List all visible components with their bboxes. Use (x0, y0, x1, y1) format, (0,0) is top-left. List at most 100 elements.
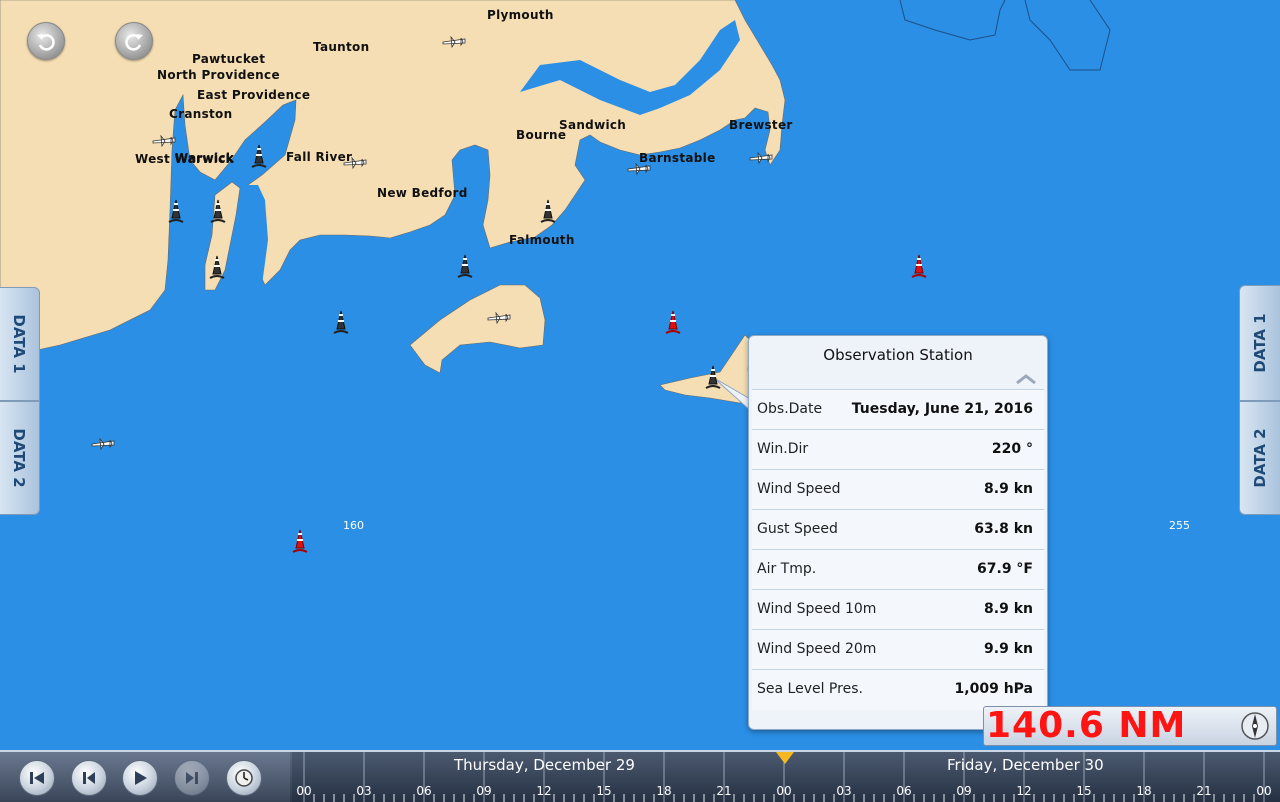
playback-bar: Thursday, December 29 Friday, December 3… (0, 750, 1280, 802)
row-label: Wind Speed 10m (757, 601, 877, 617)
buoy-dark-icon[interactable] (331, 309, 351, 339)
row-label: Gust Speed (757, 521, 838, 537)
left-tab-data-1[interactable]: DATA 1 (0, 287, 40, 401)
timeline-tick-label: 06 (416, 784, 432, 798)
timeline-tick-label: 00 (1256, 784, 1272, 798)
airport-icon[interactable] (342, 156, 368, 170)
row-value: 67.9 °F (977, 561, 1033, 577)
depth-sounding: 160 (343, 519, 364, 532)
place-label-new-bedford: New Bedford (377, 186, 468, 200)
buoy-red-icon[interactable] (909, 253, 929, 283)
playback-controls (0, 752, 290, 802)
undo-icon (37, 34, 55, 51)
distance-readout[interactable]: 140.6 NM (983, 705, 1277, 746)
right-tab-data-2-label: DATA 2 (1251, 428, 1269, 488)
timeline-day-label: Friday, December 30 (947, 756, 1104, 774)
airport-icon[interactable] (626, 162, 652, 176)
step-forward-button[interactable] (174, 760, 210, 796)
chevron-up-icon[interactable] (1015, 373, 1037, 385)
buoy-dark-icon[interactable] (166, 198, 186, 228)
redo-button[interactable] (115, 22, 153, 60)
left-tab-data-1-label: DATA 1 (10, 314, 28, 374)
timeline-tick-label: 12 (536, 784, 552, 798)
skip-start-icon (30, 772, 44, 784)
timeline-tick-label: 12 (1016, 784, 1032, 798)
undo-button[interactable] (27, 22, 65, 60)
observation-station-popup: Observation Station Obs.Date Tuesday, Jun… (748, 335, 1048, 730)
row-label: Sea Level Pres. (757, 681, 863, 697)
timeline-tick-label: 03 (356, 784, 372, 798)
buoy-red-icon[interactable] (290, 528, 310, 558)
buoy-dark-icon[interactable] (207, 254, 227, 284)
place-label-warwick: Warwick (175, 151, 235, 165)
clock-icon (235, 769, 253, 787)
clock-button[interactable] (226, 760, 262, 796)
redo-icon (125, 34, 143, 51)
timeline-tick-label: 15 (596, 784, 612, 798)
step-forward-icon (186, 772, 198, 784)
compass-icon[interactable] (1240, 711, 1270, 741)
airport-icon[interactable] (486, 311, 512, 325)
place-label-plymouth: Plymouth (487, 8, 554, 22)
timeline-tick-label: 00 (296, 784, 312, 798)
place-label-north-providence: North Providence (157, 68, 280, 82)
popup-row-gust-speed: Gust Speed 63.8 kn (752, 509, 1044, 550)
airport-icon[interactable] (151, 134, 177, 148)
timeline-day-label: Thursday, December 29 (454, 756, 635, 774)
airport-icon[interactable] (441, 35, 467, 49)
row-label: Obs.Date (757, 401, 823, 417)
popup-row-wind-speed-10m: Wind Speed 10m 8.9 kn (752, 589, 1044, 630)
right-tab-data-2[interactable]: DATA 2 (1239, 401, 1280, 515)
left-tab-data-2-label: DATA 2 (10, 428, 28, 488)
row-label: Wind Speed 20m (757, 641, 877, 657)
row-label: Air Tmp. (757, 561, 817, 577)
depth-sounding: 255 (1169, 519, 1190, 532)
popup-row-air-tmp: Air Tmp. 67.9 °F (752, 549, 1044, 590)
timeline-tick-label: 00 (776, 784, 792, 798)
popup-row-obs-date: Obs.Date Tuesday, June 21, 2016 (752, 389, 1044, 430)
buoy-dark-icon[interactable] (538, 198, 558, 228)
buoy-red-icon[interactable] (663, 309, 683, 339)
timeline-tick-label: 18 (656, 784, 672, 798)
row-value: 8.9 kn (984, 481, 1033, 497)
row-value: 8.9 kn (984, 601, 1033, 617)
play-button[interactable] (122, 760, 158, 796)
popup-row-sea-level-pres: Sea Level Pres. 1,009 hPa (752, 669, 1044, 710)
skip-to-start-button[interactable] (19, 760, 55, 796)
row-label: Wind Speed (757, 481, 841, 497)
row-value: 220 ° (991, 441, 1033, 457)
timeline-cursor[interactable] (776, 752, 794, 764)
timeline-tick-label: 03 (836, 784, 852, 798)
place-label-falmouth: Falmouth (509, 233, 575, 247)
timeline-tick-label: 06 (896, 784, 912, 798)
step-back-button[interactable] (71, 760, 107, 796)
row-value: Tuesday, June 21, 2016 (851, 401, 1033, 417)
timeline-tick-label: 09 (956, 784, 972, 798)
airport-icon[interactable] (748, 151, 774, 165)
left-tab-data-2[interactable]: DATA 2 (0, 401, 40, 515)
timeline-tick-label: 18 (1136, 784, 1152, 798)
buoy-dark-icon[interactable] (208, 198, 228, 228)
right-tab-data-1[interactable]: DATA 1 (1239, 285, 1280, 401)
buoy-dark-icon[interactable] (455, 253, 475, 283)
place-label-pawtucket: Pawtucket (192, 52, 266, 66)
step-back-icon (83, 772, 95, 784)
row-value: 63.8 kn (974, 521, 1033, 537)
row-value: 9.9 kn (984, 641, 1033, 657)
place-label-east-providence: East Providence (197, 88, 311, 102)
popup-row-wind-speed: Wind Speed 8.9 kn (752, 469, 1044, 510)
place-label-brewster: Brewster (729, 118, 793, 132)
buoy-dark-icon-selected[interactable] (703, 364, 723, 394)
place-label-cranston: Cranston (169, 107, 233, 121)
timeline-tick-label: 21 (1196, 784, 1212, 798)
timeline-tick-label: 21 (716, 784, 732, 798)
popup-row-win-dir: Win.Dir 220 ° (752, 429, 1044, 470)
buoy-dark-icon[interactable] (249, 143, 269, 173)
right-tab-data-1-label: DATA 1 (1251, 313, 1269, 373)
airport-icon[interactable] (90, 437, 116, 451)
play-icon (135, 771, 147, 785)
place-label-sandwich: Sandwich (559, 118, 627, 132)
timeline[interactable]: Thursday, December 29 Friday, December 3… (292, 752, 1280, 802)
distance-value: 140.6 NM (986, 705, 1187, 746)
row-value: 1,009 hPa (954, 681, 1033, 697)
